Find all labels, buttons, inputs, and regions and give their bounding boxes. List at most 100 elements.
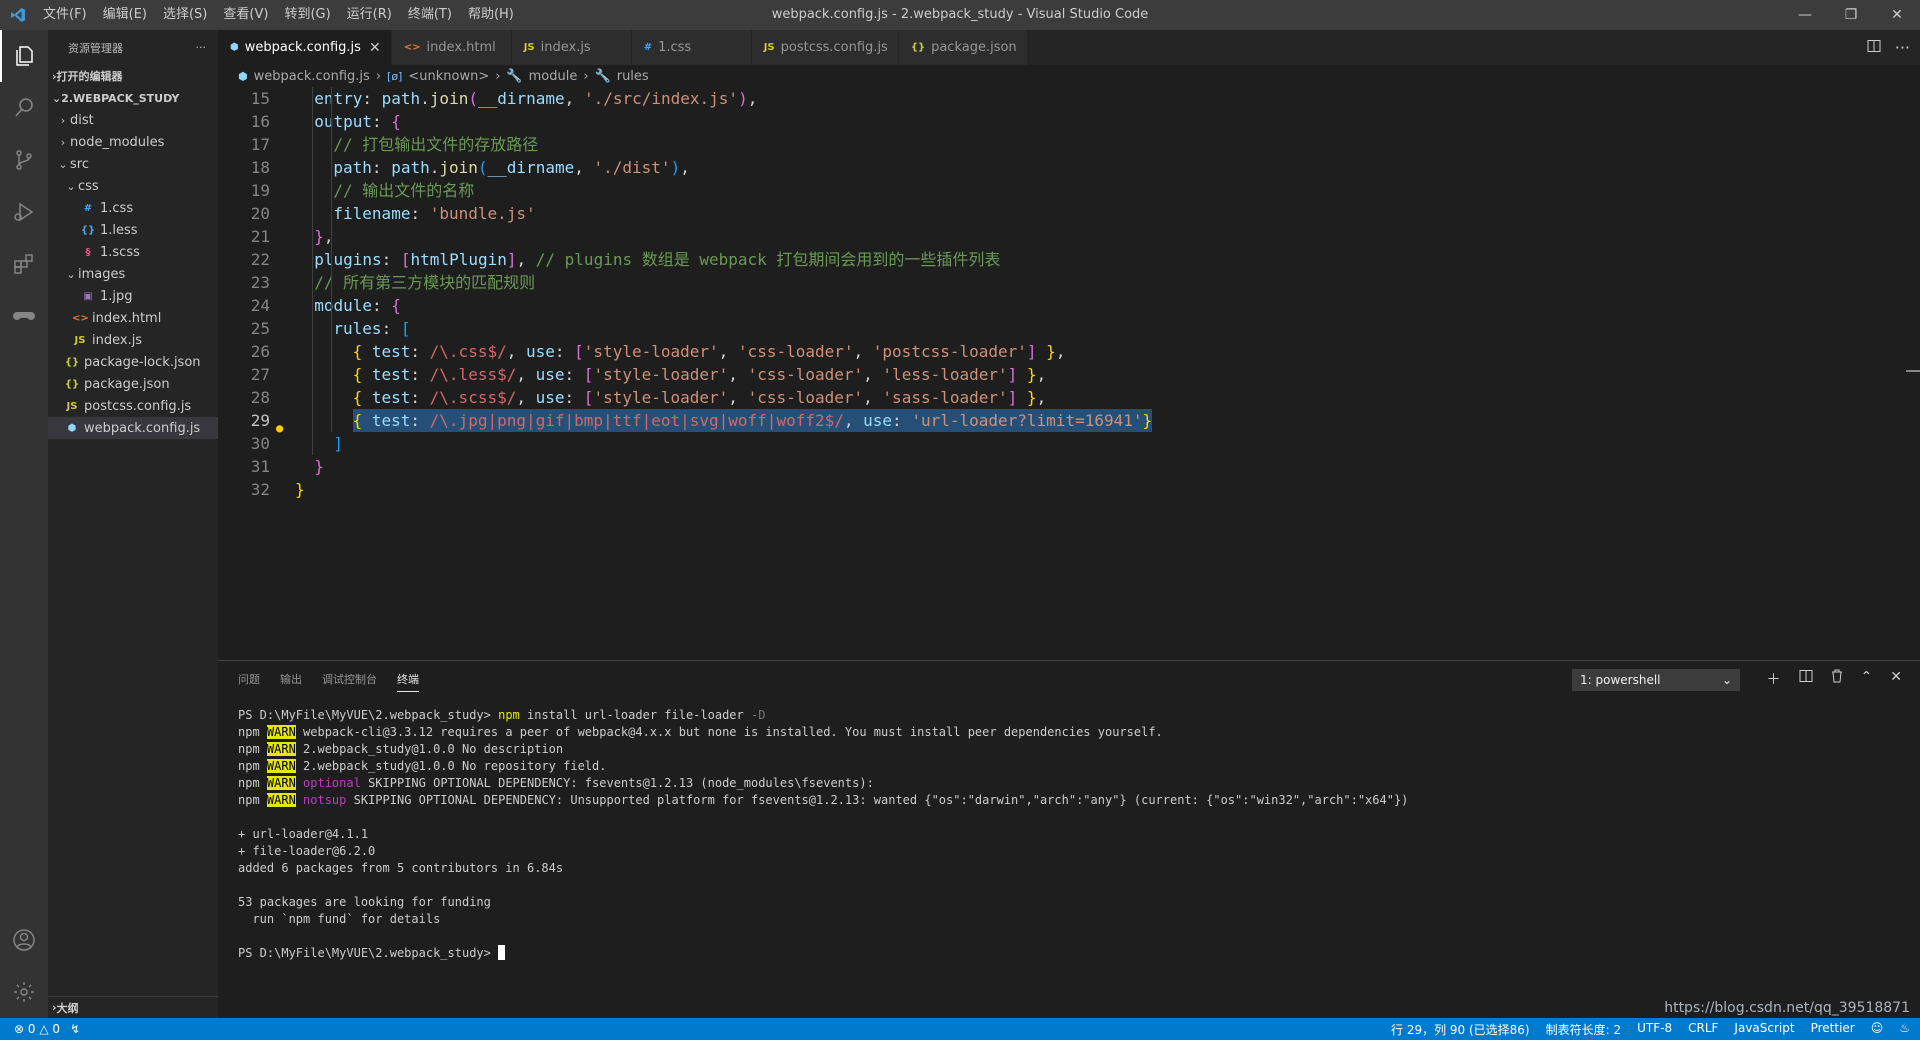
menu-selection[interactable]: 选择(S) (155, 0, 215, 30)
extensions-icon[interactable] (0, 238, 48, 290)
tab-size[interactable]: 制表符长度: 2 (1546, 1021, 1622, 1038)
tree-file[interactable]: JS index.js (48, 329, 218, 351)
tree-file[interactable]: #1.css (48, 197, 218, 219)
outline-section[interactable]: › 大纲 (48, 996, 218, 1018)
menu-view[interactable]: 查看(V) (215, 0, 276, 30)
tab-label: 1.css (658, 40, 692, 55)
minimize-icon[interactable]: — (1782, 0, 1828, 30)
maximize-panel-icon[interactable]: ⌃ (1861, 669, 1873, 689)
breadcrumb-symbol[interactable]: <unknown> (408, 69, 489, 84)
code-text: // 所有第三方模块的匹配规则 (314, 273, 536, 292)
run-debug-icon[interactable] (0, 186, 48, 238)
feedback-icon[interactable]: ☺ (1871, 1021, 1884, 1038)
tab-1-css[interactable]: #1.css (631, 30, 752, 65)
tab-problems[interactable]: 问题 (238, 671, 260, 687)
breadcrumb-rules[interactable]: rules (617, 69, 649, 84)
tree-file[interactable]: ⬢ webpack.config.js (48, 417, 218, 439)
new-terminal-icon[interactable]: ＋ (1767, 669, 1781, 689)
breadcrumb-module[interactable]: module (529, 69, 578, 84)
chevron-right-icon: › (60, 135, 66, 149)
tab-output[interactable]: 输出 (280, 671, 302, 687)
tab-package-json[interactable]: {} package.json (898, 30, 1028, 65)
close-panel-icon[interactable]: ✕ (1890, 669, 1902, 689)
tree-item-label: postcss.config.js (84, 398, 192, 414)
encoding[interactable]: UTF-8 (1637, 1021, 1672, 1038)
terminal-line: run `npm fund` for details (238, 912, 441, 926)
restore-icon[interactable]: ❐ (1828, 0, 1874, 30)
html-file-icon: <> (72, 312, 89, 324)
tab-webpack-config-js[interactable]: ⬢ webpack.config.js ✕ (218, 30, 392, 65)
bell-icon[interactable]: ♨ (1899, 1021, 1910, 1038)
menu-go[interactable]: 转到(G) (276, 0, 338, 30)
tree-folder[interactable]: ⌄ css (48, 175, 218, 197)
tree-file[interactable]: JS postcss.config.js (48, 395, 218, 417)
tree-file[interactable]: § 1.scss (48, 241, 218, 263)
breadcrumb-file[interactable]: webpack.config.js (254, 69, 370, 84)
formatter[interactable]: Prettier (1811, 1021, 1855, 1038)
indent-guide (331, 87, 333, 432)
account-icon[interactable] (0, 914, 48, 966)
menu-bar: 文件(F) 编辑(E) 选择(S) 查看(V) 转到(G) 运行(R) 终端(T… (35, 0, 522, 30)
trash-icon[interactable] (1831, 669, 1843, 689)
search-icon[interactable] (0, 82, 48, 134)
menu-edit[interactable]: 编辑(E) (95, 0, 155, 30)
tree-file[interactable]: {} package-lock.json (48, 351, 218, 373)
tree-folder[interactable]: ⌄ images (48, 263, 218, 285)
tab-label: package.json (931, 40, 1017, 55)
tab-debug-console[interactable]: 调试控制台 (322, 671, 377, 687)
lightning-icon[interactable]: ↯ (70, 1022, 80, 1036)
code-editor[interactable]: ● 15 entry: path.join(__dirname, './src/i… (218, 87, 1920, 660)
tab-index-js[interactable]: JS index.js (511, 30, 632, 65)
tab-postcss-config-js[interactable]: JS postcss.config.js (751, 30, 899, 65)
line-number: 17 (250, 135, 270, 154)
code-text: // 输出文件的名称 (333, 181, 475, 200)
menu-run[interactable]: 运行(R) (339, 0, 400, 30)
menu-terminal[interactable]: 终端(T) (400, 0, 460, 30)
close-window-icon[interactable]: ✕ (1874, 0, 1920, 30)
language-mode[interactable]: JavaScript (1734, 1021, 1794, 1038)
open-editors-section[interactable]: › 打开的编辑器 (48, 65, 218, 87)
split-editor-icon[interactable] (1867, 38, 1881, 57)
tab-terminal[interactable]: 终端 (397, 666, 419, 692)
code-text: // 打包输出文件的存放路径 (333, 135, 539, 154)
remote-gamepad-icon[interactable] (0, 290, 48, 342)
code-line: 16 output: { (218, 110, 1920, 133)
menu-help[interactable]: 帮助(H) (460, 0, 522, 30)
tree-folder[interactable]: ⌄ src (48, 153, 218, 175)
tab-index-html[interactable]: <> index.html (391, 30, 512, 65)
json-file-icon: {} (64, 356, 80, 368)
code-line: 32} (218, 478, 1920, 501)
menu-file[interactable]: 文件(F) (35, 0, 95, 30)
braces-icon: [ø] (387, 69, 403, 83)
tree-file[interactable]: ▣ 1.jpg (48, 285, 218, 307)
outline-label: 大纲 (56, 1001, 79, 1015)
tree-file[interactable]: <> index.html (48, 307, 218, 329)
js-file-icon: JS (763, 42, 775, 53)
tree-file[interactable]: {} 1.less (48, 219, 218, 241)
problems-status[interactable]: ⊗ 0 △ 0 (14, 1022, 60, 1036)
settings-gear-icon[interactable] (0, 966, 48, 1018)
tree-folder[interactable]: › node_modules (48, 131, 218, 153)
end-of-line[interactable]: CRLF (1688, 1021, 1718, 1038)
terminal-output[interactable]: PS D:\MyFile\MyVUE\2.webpack_study> npm … (238, 707, 1408, 962)
line-number: 27 (250, 365, 270, 384)
project-section[interactable]: ⌄ 2.WEBPACK_STUDY (48, 87, 218, 109)
terminal-select[interactable]: 1: powershell ⌄ (1572, 669, 1740, 691)
more-actions-icon[interactable]: ··· (1895, 38, 1910, 57)
bottom-panel: 问题 输出 调试控制台 终端 1: powershell ⌄ ＋ ⌃ ✕ PS … (218, 660, 1920, 1018)
code-line: 21}, (218, 225, 1920, 248)
tree-file[interactable]: {} package.json (48, 373, 218, 395)
source-control-icon[interactable] (0, 134, 48, 186)
split-terminal-icon[interactable] (1799, 669, 1813, 689)
tree-folder[interactable]: › dist (48, 109, 218, 131)
cursor-position[interactable]: 行 29，列 90 (已选择86) (1391, 1021, 1530, 1038)
tree-item-label: package-lock.json (84, 354, 201, 370)
chevron-down-icon: ⌄ (66, 267, 76, 281)
code-line: 30] (218, 432, 1920, 455)
more-actions-icon[interactable]: ··· (196, 41, 207, 54)
error-icon: ⊗ (14, 1022, 25, 1036)
tab-label: postcss.config.js (780, 40, 888, 55)
explorer-icon[interactable] (0, 30, 48, 82)
open-editors-label: 打开的编辑器 (56, 70, 123, 83)
close-tab-icon[interactable]: ✕ (369, 40, 381, 56)
